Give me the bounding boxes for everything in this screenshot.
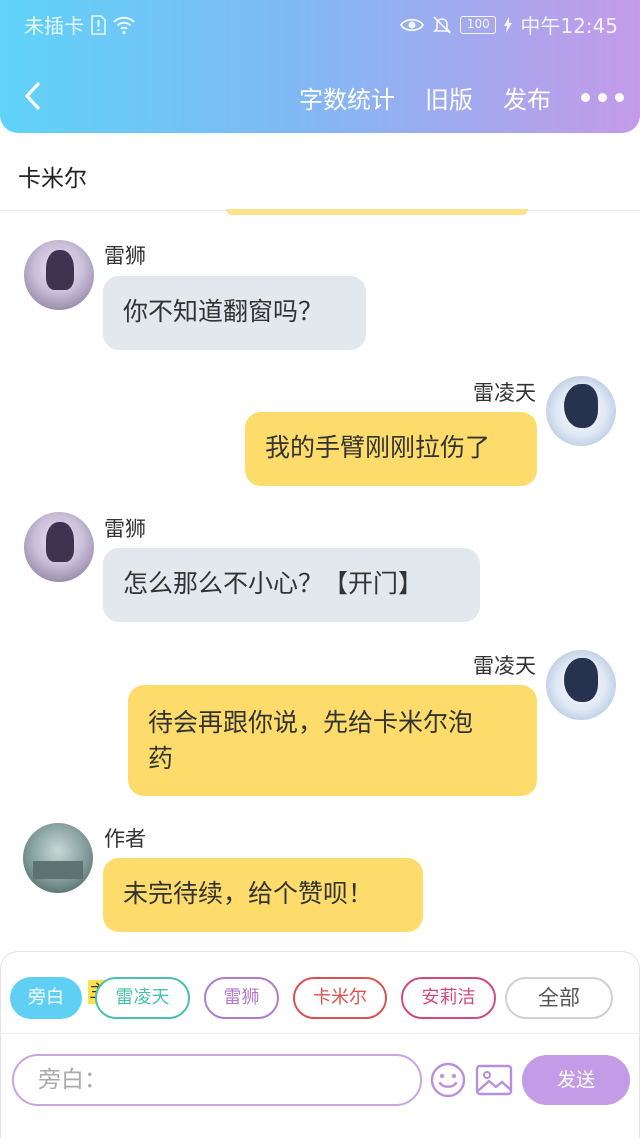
eye-icon [400,18,425,31]
panel-divider [0,1033,640,1034]
nav-bar: 字数统计 旧版 发布 [0,72,640,122]
status-right: 100 中午12:45 [400,10,618,39]
sender-name: 雷狮 [104,517,146,541]
character-chip-leishi[interactable]: 雷狮 [204,977,279,1019]
clock: 中午12:45 [520,14,618,38]
avatar-lingtian[interactable] [546,650,616,720]
sender-name: 作者 [104,827,146,851]
avatar-leishi[interactable] [24,512,94,582]
more-dot [615,93,624,102]
story-title: 卡米尔 [0,133,640,211]
character-chip-lingtian[interactable]: 雷凌天 [95,977,190,1019]
character-chip-anlijie[interactable]: 安莉洁 [401,977,496,1019]
publish-button[interactable]: 发布 [503,80,551,115]
more-button[interactable] [581,83,624,113]
sender-name: 雷凌天 [473,654,536,678]
sender-name: 雷狮 [104,244,146,268]
character-chip-kamier[interactable]: 卡米尔 [293,977,387,1019]
message-bubble[interactable]: 未完待续，给个赞呗！ [103,858,423,932]
more-dot [581,93,590,102]
avatar-leishi[interactable] [24,240,94,310]
message-line: 待会再跟你说，先给卡米尔泡 [148,708,474,737]
send-button[interactable]: 发送 [522,1055,630,1105]
chevron-left-icon [25,82,40,110]
smiley-icon [430,1062,466,1098]
status-left: 未插卡 [24,10,136,39]
image-button[interactable] [474,1060,514,1100]
avatar-lingtian[interactable] [546,376,616,446]
scrolled-bubble-edge [226,209,528,215]
character-chip-narration[interactable]: 旁白 [10,977,82,1019]
mute-bell-icon [433,15,452,34]
message-bubble[interactable]: 你不知道翻窗吗？ [103,276,366,350]
back-button[interactable] [18,78,50,114]
nav-actions: 字数统计 旧版 发布 [269,80,624,115]
more-dot [598,93,607,102]
wifi-icon [113,16,135,34]
battery-indicator: 100 [460,15,497,34]
image-icon [475,1064,513,1096]
sender-name: 雷凌天 [473,381,536,405]
message-line: 药 [148,744,174,773]
avatar-author[interactable] [23,823,93,893]
message-bubble[interactable]: 怎么那么不小心？【开门】 [103,548,480,622]
character-chip-all[interactable]: 全部 [505,977,613,1019]
charging-icon [504,16,513,33]
sim-alert-icon [91,14,106,35]
message-bubble[interactable]: 待会再跟你说，先给卡米尔泡 药 [128,685,537,796]
emoji-button[interactable] [428,1060,468,1100]
message-input[interactable] [12,1054,422,1106]
message-bubble[interactable]: 我的手臂刚刚拉伤了 [245,412,537,486]
status-bar: 未插卡 100 中午12:45 [0,0,640,44]
carrier-text: 未插卡 [24,14,84,38]
word-count-button[interactable]: 字数统计 [299,80,395,115]
old-version-button[interactable]: 旧版 [425,80,473,115]
app-header: 未插卡 100 中午12:45 字数统计 旧版 发布 [0,0,640,133]
